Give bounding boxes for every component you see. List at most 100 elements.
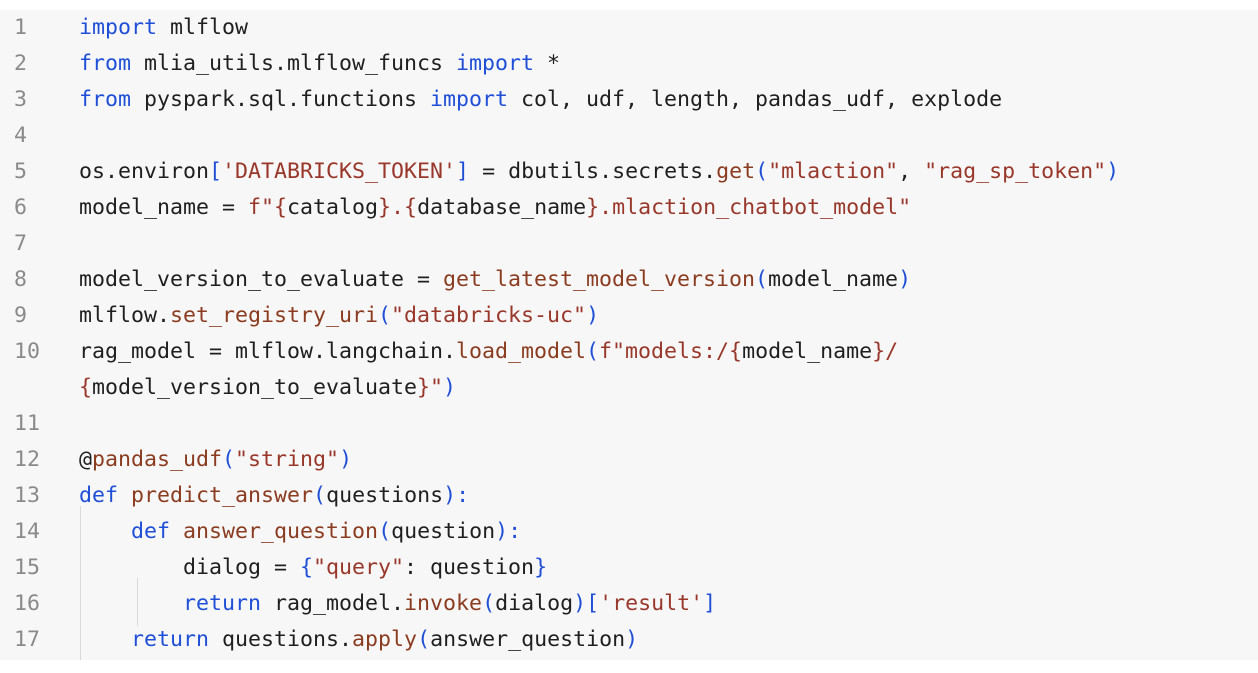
- code-editor[interactable]: 1 import mlflow 2 from mlia_utils.mlflow_fu…: [0, 10, 1258, 660]
- code-text: rag_model = mlflow.langchain.load_model(…: [79, 334, 898, 370]
- code-line[interactable]: 1 import mlflow: [0, 10, 1258, 46]
- code-text: import mlflow: [79, 10, 248, 46]
- code-token: }": [417, 375, 444, 400]
- code-line[interactable]: 5 os.environ['DATABRICKS_TOKEN'] = dbutil…: [0, 154, 1258, 190]
- code-token: question: [391, 519, 496, 544]
- code-line[interactable]: 6 model_name = f"{catalog}.{database_name…: [0, 190, 1258, 226]
- code-text: def predict_answer(questions):: [79, 478, 469, 514]
- code-line[interactable]: 13 def predict_answer(questions):: [0, 478, 1258, 514]
- code-token: catalog: [287, 195, 379, 220]
- code-token: (: [313, 483, 327, 508]
- code-token: answer_question: [430, 627, 626, 652]
- code-text: @pandas_udf("string"): [79, 442, 352, 478]
- code-token: model_name =: [79, 195, 249, 220]
- code-token: def: [79, 483, 119, 508]
- code-token: [: [209, 159, 223, 184]
- line-number: 8: [14, 267, 28, 292]
- code-line[interactable]: 3 from pyspark.sql.functions import col, …: [0, 82, 1258, 118]
- code-token: "query": [313, 555, 405, 580]
- code-text: from mlia_utils.mlflow_funcs import *: [79, 46, 560, 82]
- code-token: @: [79, 447, 93, 472]
- code-line[interactable]: 16 return rag_model.invoke(dialog)['resu…: [0, 586, 1258, 622]
- code-token: database_name: [417, 195, 587, 220]
- code-token: ): [339, 447, 353, 472]
- code-token: mlia_utils.mlflow_funcs: [131, 51, 457, 76]
- code-token: "databricks-uc": [391, 303, 587, 328]
- code-token: (: [378, 303, 392, 328]
- code-token: model_name: [742, 339, 873, 364]
- code-text: dialog = {"query": question}: [79, 550, 547, 586]
- code-token: ): [625, 627, 639, 652]
- line-number: 11: [14, 411, 41, 436]
- line-number: 12: [14, 447, 41, 472]
- code-line[interactable]: 9 mlflow.set_registry_uri("databricks-uc"…: [0, 298, 1258, 334]
- code-token: 'DATABRICKS_TOKEN': [222, 159, 457, 184]
- line-number: 7: [14, 231, 28, 256]
- code-token: rag_model.: [261, 591, 405, 616]
- code-token: pyspark.sql.functions: [131, 87, 431, 112]
- code-token: apply: [352, 627, 418, 652]
- code-text: return rag_model.invoke(dialog)['result'…: [79, 586, 716, 622]
- line-number: 1: [14, 15, 28, 40]
- code-token: load_model: [456, 339, 587, 364]
- code-line[interactable]: 7: [0, 226, 1258, 262]
- code-line[interactable]: 15 dialog = {"query": question}: [0, 550, 1258, 586]
- code-token: import: [456, 51, 535, 76]
- code-token: questions: [326, 483, 444, 508]
- line-number: 5: [14, 159, 28, 184]
- code-token: (: [482, 591, 496, 616]
- line-number: 3: [14, 87, 28, 112]
- code-token: get: [716, 159, 756, 184]
- code-token: (: [755, 159, 769, 184]
- code-token: ): [1106, 159, 1120, 184]
- code-line[interactable]: 4: [0, 118, 1258, 154]
- code-text: model_version_to_evaluate = get_latest_m…: [79, 262, 911, 298]
- code-token: ): [443, 375, 457, 400]
- code-token: f"{: [248, 195, 288, 220]
- code-token: ]: [456, 159, 470, 184]
- code-text: return questions.apply(answer_question): [79, 622, 638, 658]
- code-line[interactable]: 11: [0, 406, 1258, 442]
- code-token: "string": [235, 447, 340, 472]
- code-token: get_latest_model_version: [443, 267, 756, 292]
- code-text: model_name = f"{catalog}.{database_name}…: [79, 190, 911, 226]
- code-token: {: [79, 375, 93, 400]
- code-token: ):: [495, 519, 522, 544]
- code-token: "rag_sp_token": [924, 159, 1107, 184]
- code-token: rag_model = mlflow.langchain.: [79, 339, 457, 364]
- code-token: (: [378, 519, 392, 544]
- code-token: (: [586, 339, 600, 364]
- code-token: import: [79, 15, 158, 40]
- code-token: dialog: [495, 591, 574, 616]
- line-number: 10: [14, 339, 41, 364]
- code-token: model_version_to_evaluate =: [79, 267, 444, 292]
- code-token: os.environ: [79, 159, 210, 184]
- code-text: def answer_question(question):: [79, 514, 521, 550]
- code-line[interactable]: 14 def answer_question(question):: [0, 514, 1258, 550]
- code-token: import: [430, 87, 509, 112]
- code-token: ): [898, 267, 912, 292]
- line-number: 15: [14, 555, 41, 580]
- code-text: from pyspark.sql.functions import col, u…: [79, 82, 1002, 118]
- code-token: }/: [872, 339, 899, 364]
- code-token: ):: [443, 483, 470, 508]
- line-number: 13: [14, 483, 41, 508]
- code-token: f"models:/{: [599, 339, 743, 364]
- line-number: 17: [14, 627, 41, 652]
- code-line[interactable]: 8 model_version_to_evaluate = get_latest_…: [0, 262, 1258, 298]
- code-line[interactable]: 10 rag_model = mlflow.langchain.load_mode…: [0, 334, 1258, 370]
- code-token: return: [183, 591, 262, 616]
- code-text: {model_version_to_evaluate}"): [79, 370, 456, 406]
- code-token: ]: [703, 591, 717, 616]
- code-line[interactable]: 17 return questions.apply(answer_questio…: [0, 622, 1258, 658]
- code-token: from: [79, 87, 132, 112]
- code-line[interactable]: 12 @pandas_udf("string"): [0, 442, 1258, 478]
- line-number: 2: [14, 51, 28, 76]
- code-token: {: [300, 555, 314, 580]
- code-text: mlflow.set_registry_uri("databricks-uc"): [79, 298, 599, 334]
- code-line[interactable]: {model_version_to_evaluate}"): [0, 370, 1258, 406]
- code-line[interactable]: 2 from mlia_utils.mlflow_funcs import *: [0, 46, 1258, 82]
